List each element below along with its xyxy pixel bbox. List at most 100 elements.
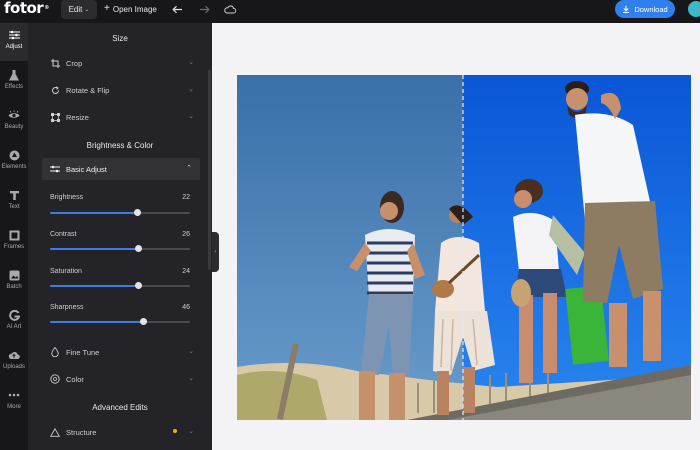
slider-fill (50, 321, 144, 323)
chevron-up-icon: ⌃ (186, 165, 192, 172)
redo-icon[interactable] (197, 2, 211, 16)
edit-menu-button[interactable]: Edit ⌄ (61, 0, 97, 19)
panel-scrollbar[interactable] (208, 70, 211, 270)
contrast-slider[interactable] (50, 245, 190, 252)
collapse-panel-button[interactable]: ‹ (212, 232, 219, 272)
frame-icon (8, 229, 20, 241)
basic-adjust-header[interactable]: Basic Adjust ⌃ (42, 158, 200, 180)
logo-text: fotor (4, 0, 44, 17)
slider-thumb[interactable] (133, 209, 141, 216)
premium-badge-dot (173, 429, 177, 433)
nav-label: Text (8, 204, 20, 210)
sliders-icon (50, 164, 60, 174)
download-label: Download (634, 4, 668, 14)
chevron-down-icon: ⌄ (84, 7, 90, 13)
tool-fine-tune[interactable]: Fine Tune ⌄ (42, 345, 200, 359)
tool-rotate-flip[interactable]: Rotate & Flip ⌄ (42, 83, 200, 97)
saturation-slider[interactable] (50, 282, 190, 289)
open-image-button[interactable]: + Open Image (104, 3, 157, 15)
nav-label: Uploads (2, 364, 25, 370)
chevron-down-icon: ⌄ (188, 86, 194, 93)
download-icon (623, 5, 630, 13)
nav-item-ai-art[interactable]: AI Art (0, 303, 28, 341)
nav-item-effects[interactable]: Effects (0, 63, 28, 101)
tool-color[interactable]: Color ⌄ (42, 372, 200, 386)
rotate-icon (50, 85, 60, 95)
brightness-slider[interactable] (50, 209, 190, 216)
ai-art-icon (8, 309, 20, 321)
tool-label: Resize (66, 112, 89, 122)
nav-label: Batch (6, 284, 22, 290)
tool-label: Structure (66, 427, 97, 437)
sharpness-slider[interactable] (50, 318, 190, 325)
crop-icon (50, 58, 60, 68)
nav-label: Beauty (4, 124, 24, 130)
palette-icon (50, 374, 60, 384)
nav-label: Adjust (5, 44, 23, 50)
nav-item-text[interactable]: Text (0, 183, 28, 221)
saturation-label: Saturation (50, 268, 82, 275)
text-icon (8, 189, 20, 201)
tool-resize[interactable]: Resize ⌄ (42, 110, 200, 124)
section-title-advanced-edits: Advanced Edits (92, 403, 148, 412)
nav-item-beauty[interactable]: Beauty (0, 103, 28, 141)
fotor-editor: fotor® Edit ⌄ + Open Image Download Adju… (0, 0, 700, 450)
droplet-icon (50, 347, 60, 357)
batch-icon (8, 269, 20, 281)
tool-crop[interactable]: Crop ⌄ (42, 56, 200, 70)
tool-label: Rotate & Flip (66, 85, 110, 95)
nav-label: AI Art (6, 324, 22, 330)
saturation-value: 24 (182, 268, 190, 275)
download-button[interactable]: Download (615, 0, 675, 18)
nav-label: Effects (4, 84, 24, 90)
top-bar: fotor® Edit ⌄ + Open Image Download (0, 0, 700, 23)
tool-label: Crop (66, 58, 83, 68)
chevron-left-icon: ‹ (214, 249, 217, 255)
nav-label: More (7, 404, 21, 410)
undo-icon[interactable] (170, 2, 184, 16)
nav-item-batch[interactable]: Batch (0, 263, 28, 301)
photo-illustration (237, 75, 691, 420)
tool-label: Color (66, 374, 84, 384)
user-avatar[interactable] (688, 1, 700, 17)
sliders-icon (8, 29, 20, 41)
chevron-down-icon: ⌄ (188, 348, 194, 355)
sharpness-value: 46 (182, 304, 190, 311)
slider-fill (50, 212, 137, 214)
fotor-logo[interactable]: fotor® (4, 0, 49, 18)
tool-label: Fine Tune (66, 347, 100, 357)
basic-adjust-label: Basic Adjust (66, 164, 107, 174)
open-image-label: Open Image (112, 4, 157, 14)
slider-fill (50, 285, 138, 287)
chevron-down-icon: ⌄ (188, 375, 194, 382)
brightness-value: 22 (182, 194, 190, 201)
nav-label: Frames (3, 244, 25, 250)
flask-icon (8, 69, 20, 81)
contrast-label: Contrast (50, 231, 77, 238)
nav-item-more[interactable]: More (0, 383, 28, 421)
chevron-down-icon: ⌄ (188, 59, 194, 66)
resize-icon (50, 112, 60, 122)
brightness-label: Brightness (50, 194, 84, 201)
slider-thumb[interactable] (134, 282, 142, 289)
shapes-icon (8, 149, 20, 161)
section-title-size: Size (112, 34, 128, 43)
slider-fill (50, 248, 139, 250)
chevron-down-icon: ⌄ (188, 428, 194, 435)
eye-icon (8, 109, 20, 121)
logo-registered-mark: ® (44, 5, 49, 11)
nav-item-adjust[interactable]: Adjust (0, 23, 28, 61)
photo-preview[interactable] (237, 75, 691, 420)
nav-item-elements[interactable]: Elements (0, 143, 28, 181)
chevron-down-icon: ⌄ (188, 113, 194, 120)
cloud-icon[interactable] (223, 2, 237, 16)
triangle-icon (50, 427, 60, 437)
contrast-value: 26 (182, 231, 190, 238)
nav-item-uploads[interactable]: Uploads (0, 343, 28, 381)
sharpness-label: Sharpness (50, 304, 84, 311)
section-title-brightness-color: Brightness & Color (86, 141, 154, 150)
more-icon (8, 389, 20, 401)
nav-label: Elements (1, 164, 27, 170)
nav-item-frames[interactable]: Frames (0, 223, 28, 261)
cloud-upload-icon (8, 349, 20, 361)
